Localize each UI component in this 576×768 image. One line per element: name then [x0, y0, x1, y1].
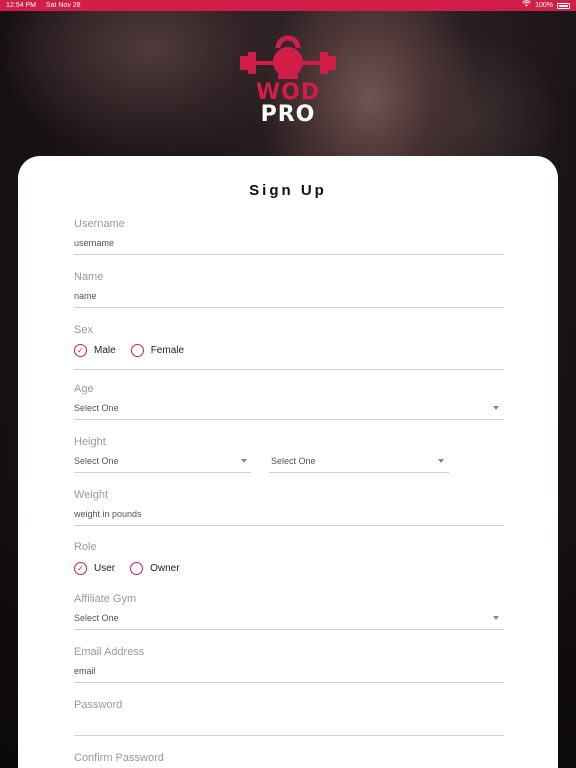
wifi-icon: [522, 0, 532, 11]
sex-underline: [74, 369, 504, 370]
email-label: Email Address: [74, 646, 145, 658]
status-date: Sat Nov 28: [45, 2, 81, 9]
affiliate-gym-underline: [74, 629, 504, 630]
weight-input[interactable]: weight in pounds: [74, 509, 142, 519]
wod-pro-logo: WOD PRO: [236, 34, 340, 138]
age-underline: [74, 419, 504, 420]
weight-label: Weight: [74, 489, 109, 501]
battery-percent: 100%: [535, 2, 553, 9]
name-label: Name: [74, 271, 104, 283]
email-underline: [74, 682, 504, 683]
role-option-user-label: User: [94, 563, 116, 574]
confirm-password-label: Confirm Password: [74, 752, 164, 764]
sex-radio-group: ✓ Male Female: [74, 344, 199, 357]
username-underline: [74, 254, 504, 255]
height-label: Height: [74, 436, 106, 448]
weight-underline: [74, 525, 504, 526]
affiliate-gym-label: Affiliate Gym: [74, 593, 137, 605]
logo-wod-text: WOD: [255, 80, 321, 105]
age-select[interactable]: Select One: [74, 403, 119, 413]
sex-label: Sex: [74, 324, 93, 336]
height-inches-select[interactable]: Select One: [271, 456, 316, 466]
password-underline: [74, 735, 504, 736]
radio-checked-icon[interactable]: ✓: [74, 562, 87, 575]
age-label: Age: [74, 383, 94, 395]
sex-option-female-label: Female: [150, 345, 185, 356]
battery-icon: [557, 2, 570, 9]
height-feet-select[interactable]: Select One: [74, 456, 119, 466]
role-option-owner-label: Owner: [150, 563, 180, 574]
affiliate-gym-select[interactable]: Select One: [74, 613, 119, 623]
role-option-user[interactable]: ✓ User: [74, 562, 115, 575]
height-inches-underline: [269, 472, 449, 473]
radio-unchecked-icon[interactable]: [130, 562, 144, 575]
sex-option-male[interactable]: ✓ Male: [74, 344, 116, 357]
sign-up-card: Sign Up Username username Name name Sex …: [18, 156, 558, 768]
chevron-down-icon[interactable]: [493, 406, 499, 410]
height-feet-underline: [74, 472, 251, 473]
chevron-down-icon[interactable]: [241, 459, 247, 463]
password-label: Password: [74, 699, 123, 711]
chevron-down-icon[interactable]: [438, 459, 444, 463]
status-bar: 12:54 PM Sat Nov 28 100%: [0, 0, 576, 11]
role-option-owner[interactable]: Owner: [130, 562, 180, 575]
sex-option-male-label: Male: [94, 345, 116, 356]
role-label: Role: [74, 541, 97, 553]
status-time: 12:54 PM: [6, 2, 36, 9]
radio-checked-icon[interactable]: ✓: [74, 344, 87, 357]
kettlebell-barbell-icon: [240, 35, 336, 79]
logo-pro-text: PRO: [260, 102, 316, 127]
chevron-down-icon[interactable]: [493, 616, 499, 620]
page-title: Sign Up: [249, 182, 327, 199]
username-input[interactable]: username: [74, 238, 114, 248]
radio-unchecked-icon[interactable]: [130, 344, 144, 357]
name-input[interactable]: name: [74, 291, 97, 301]
name-underline: [74, 307, 504, 308]
sex-option-female[interactable]: Female: [130, 344, 185, 357]
email-input[interactable]: email: [74, 666, 96, 676]
username-label: Username: [74, 218, 125, 230]
role-radio-group: ✓ User Owner: [74, 562, 195, 575]
